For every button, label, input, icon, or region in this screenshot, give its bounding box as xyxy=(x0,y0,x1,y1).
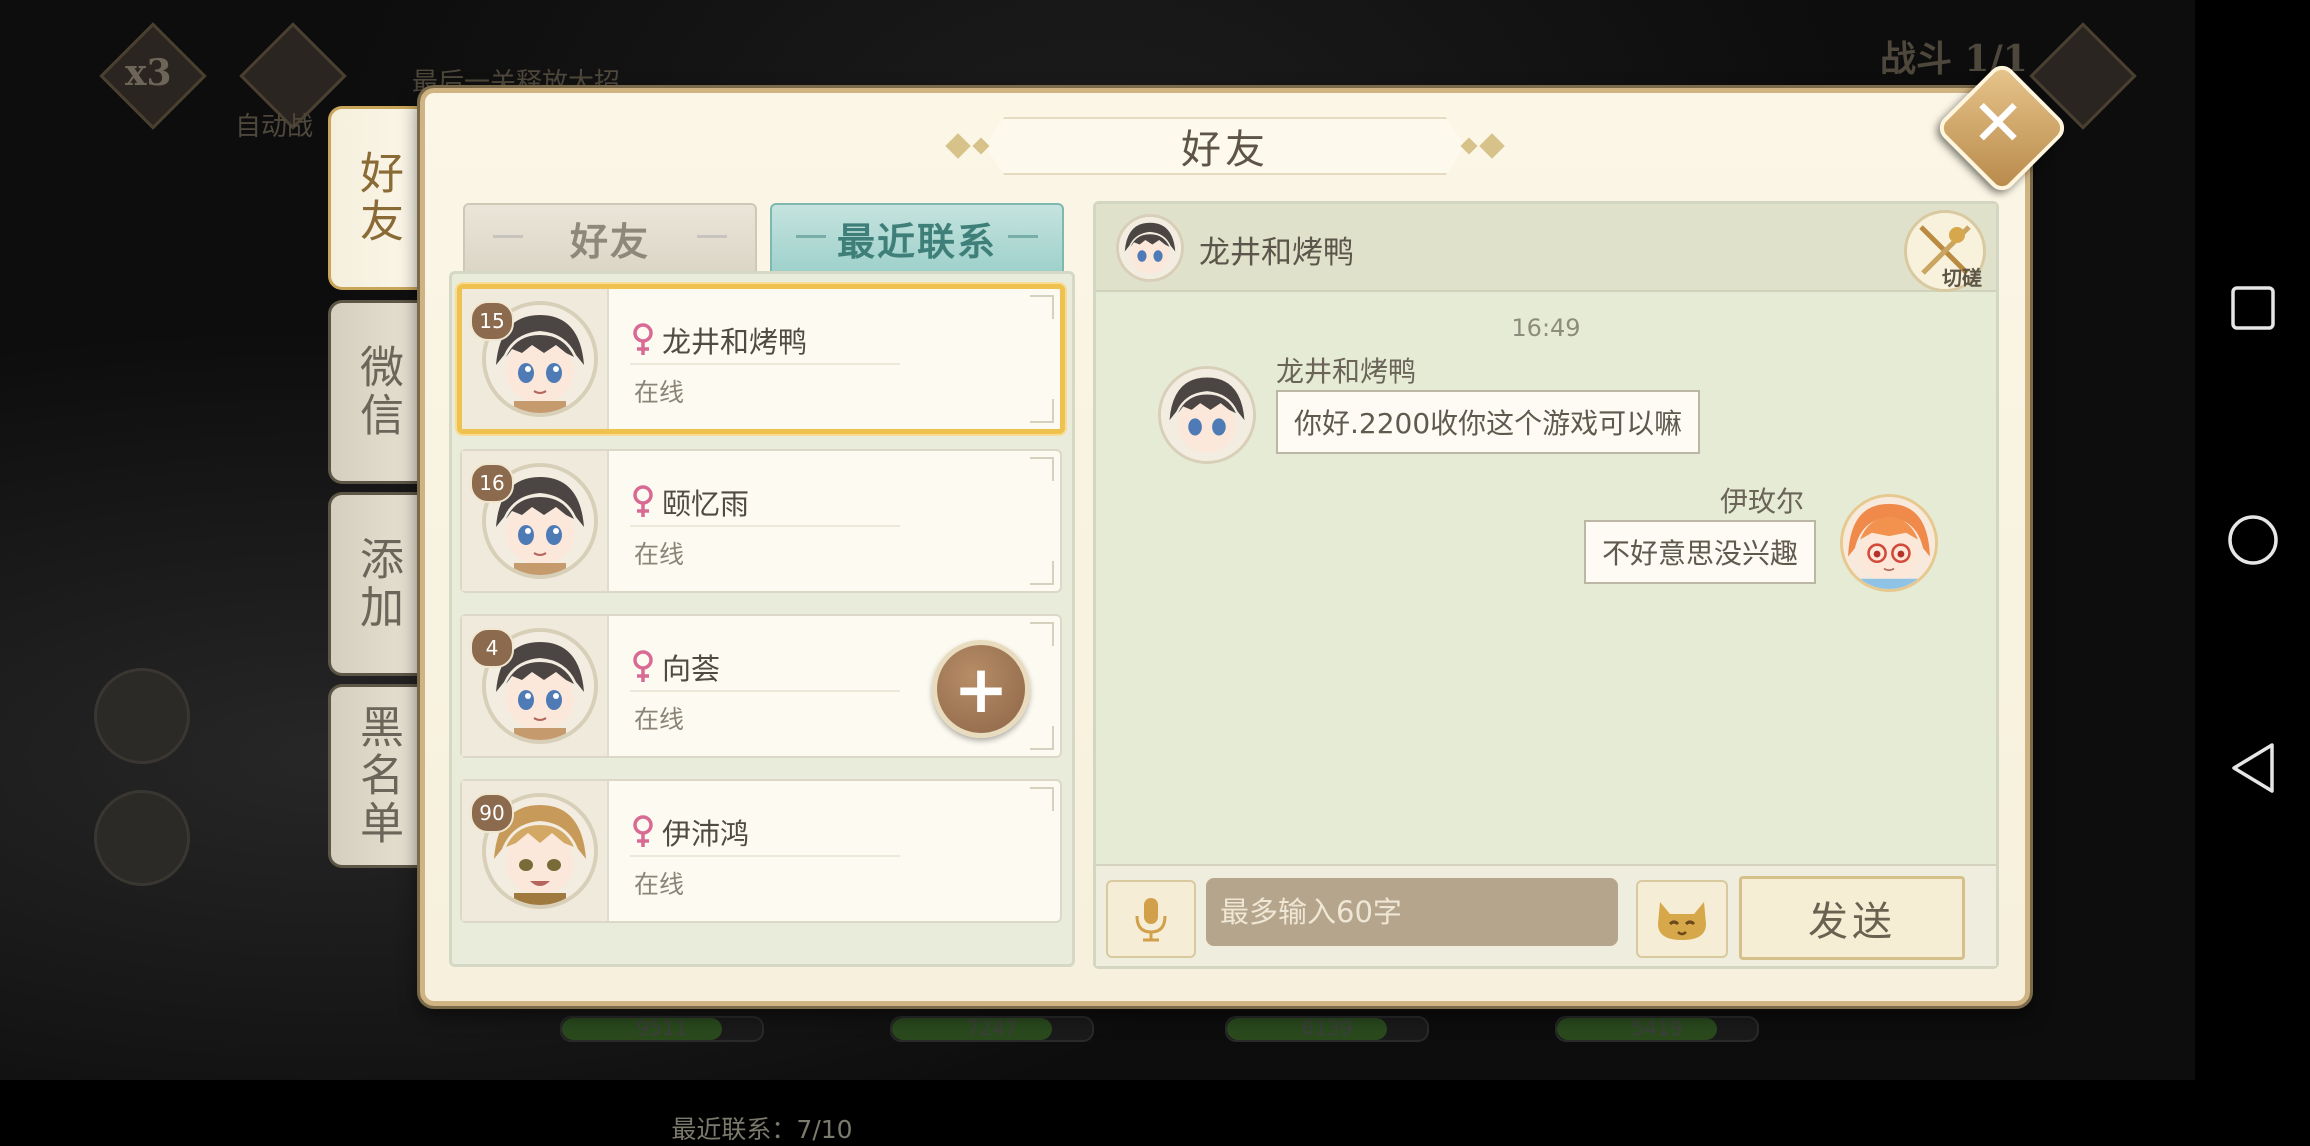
female-icon xyxy=(633,485,653,517)
level-badge: 16 xyxy=(470,463,514,503)
side-tab-blacklist[interactable]: 黑名单 xyxy=(328,684,423,868)
square-icon xyxy=(2230,286,2275,330)
hp-value: 9511 xyxy=(636,1016,688,1040)
close-icon[interactable]: ✕ xyxy=(1954,80,2042,168)
send-button[interactable]: 发送 xyxy=(1739,876,1965,960)
tab-friends[interactable]: 好友 xyxy=(463,203,757,273)
hp-bar: 9511 xyxy=(560,1016,764,1042)
chat-contact-name: 龙井和烤鸭 xyxy=(1199,235,1354,271)
friend-name: 向荟 xyxy=(662,652,721,686)
side-tab-label: 添加 xyxy=(352,536,403,632)
add-friend-button[interactable]: + xyxy=(932,640,1030,738)
voice-button[interactable] xyxy=(1106,880,1196,958)
chat-input-bar: 发送 xyxy=(1096,864,1996,966)
hp-bar: 6139 xyxy=(1225,1016,1429,1042)
tab-friends-label: 好友 xyxy=(569,218,650,264)
back-button[interactable] xyxy=(2195,718,2310,818)
friend-status: 在线 xyxy=(634,378,685,407)
message-avatar[interactable] xyxy=(1840,494,1938,592)
back-triangle-icon xyxy=(2231,743,2274,793)
female-icon xyxy=(633,815,653,847)
panel-title-banner: 好友 xyxy=(945,113,1505,179)
plus-icon: + xyxy=(953,650,1009,728)
recent-contacts-count: 最近联系：7/10 xyxy=(671,1115,853,1144)
android-navigation-bar xyxy=(2195,0,2310,1080)
hp-value: 6139 xyxy=(1301,1016,1353,1040)
tab-recent-label: 最近联系 xyxy=(836,218,997,264)
message-sender: 龙井和烤鸭 xyxy=(1276,355,1417,388)
chat-header: 龙井和烤鸭 切磋 xyxy=(1096,204,1996,292)
friend-status: 在线 xyxy=(634,540,685,569)
hp-value: 5419 xyxy=(1631,1016,1683,1040)
side-tab-label: 微信 xyxy=(352,344,403,440)
hp-bar: 7247 xyxy=(890,1016,1094,1042)
speed-label: x3 xyxy=(125,52,172,94)
home-button[interactable] xyxy=(2195,490,2310,590)
level-badge: 90 xyxy=(470,793,514,833)
female-icon xyxy=(633,650,653,682)
friend-card[interactable]: 16 颐忆雨 在线 xyxy=(460,449,1062,593)
recent-apps-button[interactable] xyxy=(2195,258,2310,358)
microphone-icon xyxy=(1135,898,1167,942)
circle-icon xyxy=(2227,515,2278,565)
side-tab-wechat[interactable]: 微信 xyxy=(328,300,423,484)
side-tab-add[interactable]: 添加 xyxy=(328,492,423,676)
cat-face-icon xyxy=(1658,902,1706,940)
friends-panel: 好友 好友 最近联系 15 龙井和烤鸭 在线 16 颐忆雨 在线 4 向荟 在线… xyxy=(420,88,2030,1144)
friend-card[interactable]: 15 龙井和烤鸭 在线 xyxy=(457,284,1065,434)
side-tab-friends[interactable]: 好友 xyxy=(328,106,423,290)
tab-recent-contacts[interactable]: 最近联系 xyxy=(770,203,1064,273)
hp-bar: 5419 xyxy=(1555,1016,1759,1042)
hp-value: 7247 xyxy=(966,1016,1018,1040)
duel-label: 切磋 xyxy=(1942,266,1982,290)
emoji-button[interactable] xyxy=(1636,880,1728,958)
chat-panel: 龙井和烤鸭 切磋 16:49 龙井和烤鸭 你好.2200收你这个游戏可以嘛 伊玫… xyxy=(1093,201,1999,969)
friend-list[interactable]: 15 龙井和烤鸭 在线 16 颐忆雨 在线 4 向荟 在线 + 90 伊沛鸿 在… xyxy=(449,271,1075,1144)
bg-chat-button[interactable] xyxy=(94,790,190,886)
message-bubble[interactable]: 你好.2200收你这个游戏可以嘛 xyxy=(1276,390,1701,454)
chat-header-avatar[interactable] xyxy=(1116,214,1184,282)
friend-card[interactable]: 90 伊沛鸿 在线 xyxy=(460,779,1062,923)
friend-card[interactable]: 4 向荟 在线 + xyxy=(460,614,1062,758)
friend-name: 颐忆雨 xyxy=(662,487,750,521)
bg-profile-button[interactable] xyxy=(94,668,190,764)
friend-name: 龙井和烤鸭 xyxy=(662,325,808,359)
message-sender: 伊玫尔 xyxy=(1719,485,1804,518)
auto-battle-label: 自动战 xyxy=(235,112,314,142)
level-badge: 4 xyxy=(470,628,514,668)
message-bubble[interactable]: 不好意思没兴趣 xyxy=(1583,520,1816,584)
side-tab-label: 好友 xyxy=(352,150,403,246)
chat-message-input[interactable] xyxy=(1206,878,1618,946)
female-icon xyxy=(633,323,653,355)
panel-title: 好友 xyxy=(1181,127,1269,173)
message-avatar[interactable] xyxy=(1158,366,1256,464)
friend-status: 在线 xyxy=(634,870,685,899)
level-badge: 15 xyxy=(470,301,514,341)
friend-name: 伊沛鸿 xyxy=(662,817,750,851)
chat-timestamp: 16:49 xyxy=(1511,314,1581,342)
friend-status: 在线 xyxy=(634,705,685,734)
side-tab-label: 黑名单 xyxy=(352,704,403,848)
